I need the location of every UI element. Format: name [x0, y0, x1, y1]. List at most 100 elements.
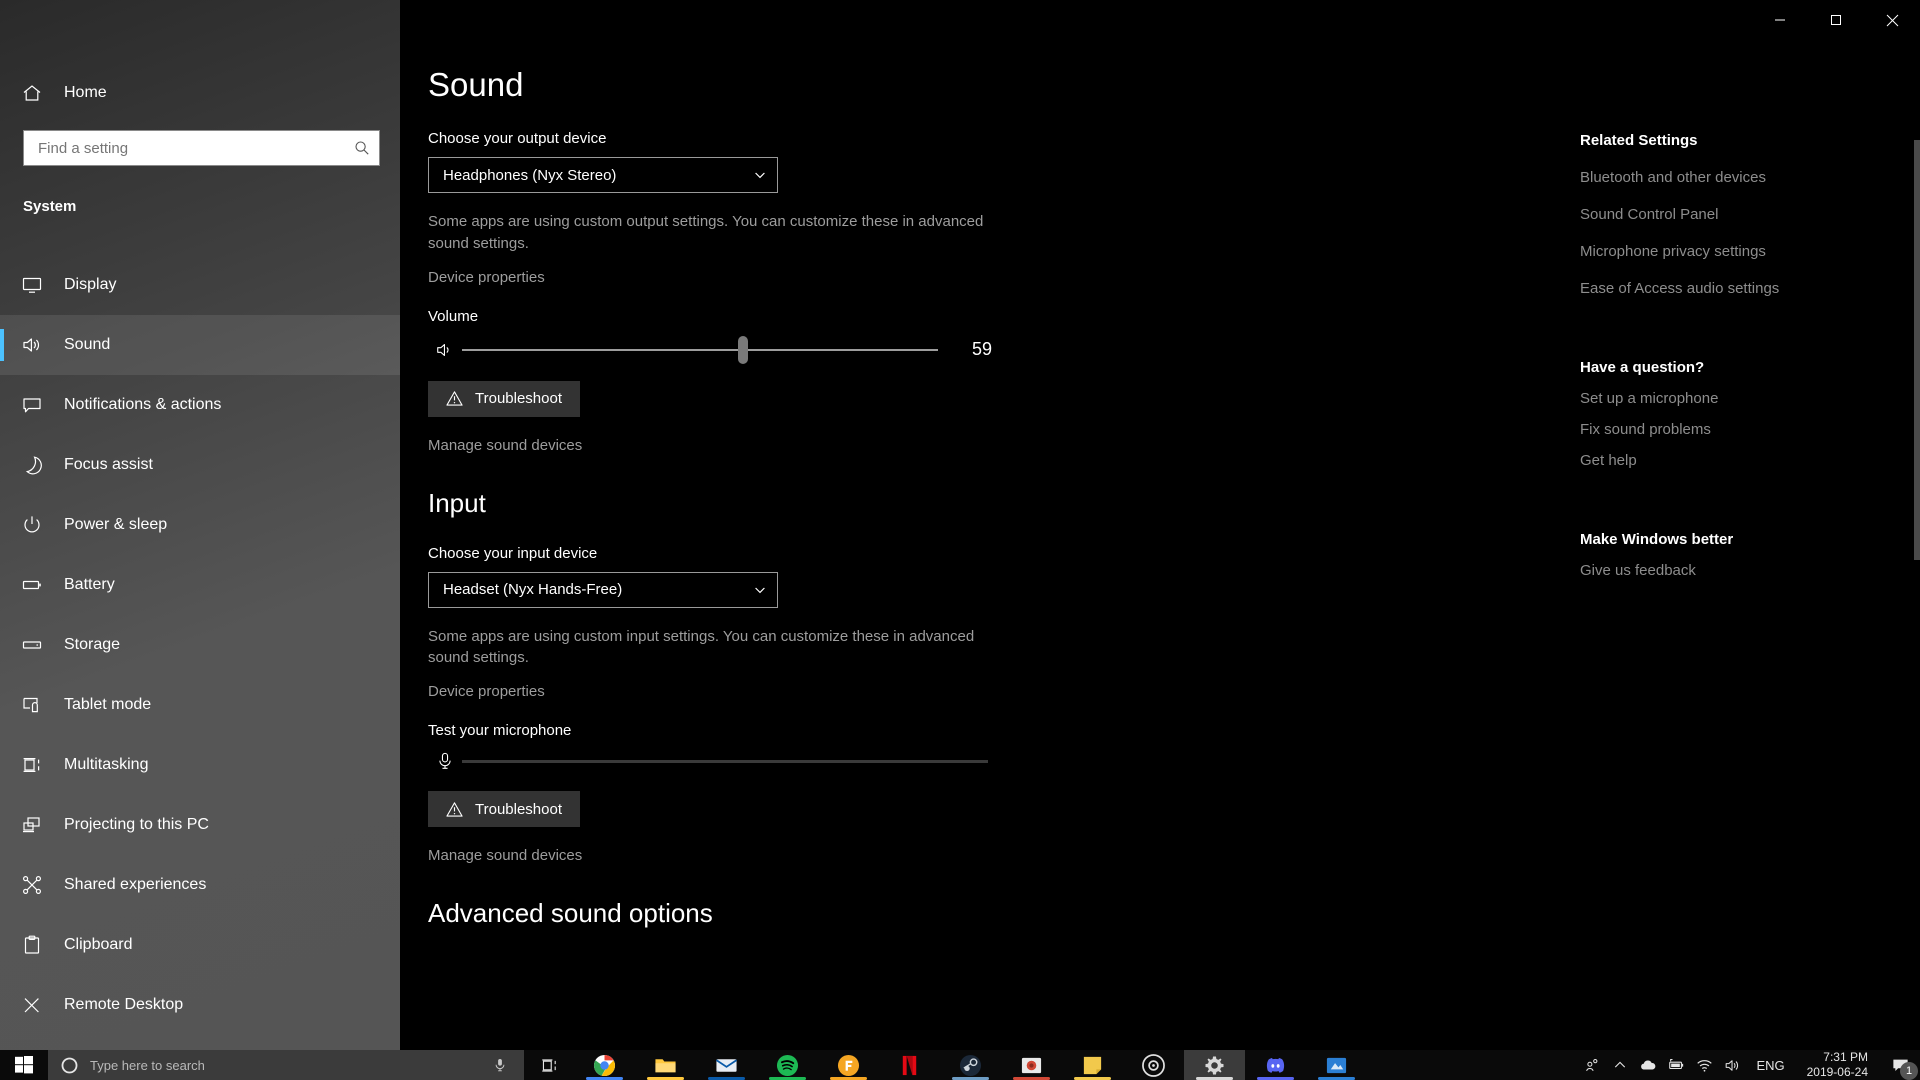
sidebar-item-label: Sound [64, 336, 111, 353]
taskbar-app-photos[interactable] [1001, 1050, 1062, 1080]
scrollbar-thumb[interactable] [1914, 140, 1920, 560]
microsoft-store-icon [1325, 1053, 1349, 1077]
related-link-ease-of-access-audio[interactable]: Ease of Access audio settings [1580, 280, 1920, 297]
volume-icon[interactable] [428, 340, 462, 360]
chevron-down-icon [743, 168, 777, 182]
fl-studio-icon [837, 1053, 861, 1077]
taskbar-microphone-icon[interactable] [476, 1057, 524, 1073]
onedrive-cloud-icon[interactable] [1634, 1050, 1662, 1080]
sidebar-item-notifications[interactable]: Notifications & actions [0, 375, 400, 435]
sidebar-item-focus-assist[interactable]: Focus assist [0, 435, 400, 495]
taskbar-app-groove-music[interactable] [1123, 1050, 1184, 1080]
file-explorer-icon [654, 1053, 678, 1077]
clipboard-icon [0, 934, 64, 956]
people-icon[interactable] [1578, 1050, 1606, 1080]
photos-icon [1020, 1053, 1044, 1077]
taskbar-search-box[interactable]: Type here to search [48, 1050, 524, 1080]
storage-icon [0, 634, 64, 656]
question-link-get-help[interactable]: Get help [1580, 452, 1920, 469]
tablet-icon [0, 694, 64, 716]
sidebar-item-projecting[interactable]: Projecting to this PC [0, 795, 400, 855]
volume-slider[interactable] [462, 335, 938, 364]
volume-icon[interactable] [1718, 1050, 1746, 1080]
input-troubleshoot-button[interactable]: Troubleshoot [428, 791, 580, 827]
sound-settings-content: Sound Choose your output device Headphon… [400, 40, 1520, 1050]
taskbar-app-mail[interactable] [696, 1050, 757, 1080]
close-icon [1886, 14, 1898, 26]
mail-icon [715, 1053, 739, 1077]
wifi-icon[interactable] [1690, 1050, 1718, 1080]
sidebar-item-storage[interactable]: Storage [0, 615, 400, 675]
taskbar-app-discord[interactable] [1245, 1050, 1306, 1080]
question-link-set-up-microphone[interactable]: Set up a microphone [1580, 390, 1920, 407]
sidebar-item-label: Shared experiences [64, 876, 207, 893]
groove-music-icon [1142, 1053, 1166, 1077]
sidebar-item-power-sleep[interactable]: Power & sleep [0, 495, 400, 555]
window-controls [1752, 0, 1920, 40]
speaker-icon [0, 334, 64, 356]
sidebar-item-home[interactable]: Home [0, 72, 400, 114]
sidebar-item-shared-experiences[interactable]: Shared experiences [0, 855, 400, 915]
taskbar-app-chrome[interactable] [574, 1050, 635, 1080]
task-view-button[interactable] [524, 1050, 574, 1080]
input-device-dropdown[interactable]: Headset (Nyx Hands-Free) [428, 571, 778, 608]
chrome-icon [593, 1053, 617, 1077]
output-manage-sound-devices-link[interactable]: Manage sound devices [428, 437, 1520, 454]
sidebar-item-multitasking[interactable]: Multitasking [0, 735, 400, 795]
action-center-button[interactable]: 1 [1880, 1050, 1920, 1080]
cortana-circle-icon[interactable] [48, 1056, 90, 1075]
input-manage-sound-devices-link[interactable]: Manage sound devices [428, 847, 1520, 864]
related-link-microphone-privacy[interactable]: Microphone privacy settings [1580, 243, 1920, 260]
output-troubleshoot-button[interactable]: Troubleshoot [428, 380, 580, 417]
close-button[interactable] [1864, 0, 1920, 40]
related-link-bluetooth[interactable]: Bluetooth and other devices [1580, 169, 1920, 186]
advanced-sound-options-title: Advanced sound options [428, 898, 713, 928]
taskbar-app-spotify[interactable] [757, 1050, 818, 1080]
taskbar-app-fl-studio[interactable] [818, 1050, 879, 1080]
language-indicator[interactable]: ENG [1746, 1058, 1794, 1073]
question-link-fix-sound-problems[interactable]: Fix sound problems [1580, 421, 1920, 438]
volume-slider-row: 59 [428, 335, 1008, 364]
sidebar-item-label: Multitasking [64, 756, 149, 773]
taskbar-app-steam[interactable] [940, 1050, 1001, 1080]
sidebar-item-label: Storage [64, 636, 121, 653]
battery-charging-icon[interactable] [1662, 1050, 1690, 1080]
settings-gear-icon [1203, 1053, 1227, 1077]
input-device-properties-link[interactable]: Device properties [428, 683, 1520, 700]
sidebar-item-clipboard[interactable]: Clipboard [0, 915, 400, 975]
home-icon [0, 82, 64, 104]
settings-search-box[interactable] [23, 130, 380, 166]
volume-slider-thumb[interactable] [737, 335, 748, 364]
start-button[interactable] [0, 1050, 48, 1080]
taskbar-app-file-explorer[interactable] [635, 1050, 696, 1080]
sidebar-item-battery[interactable]: Battery [0, 555, 400, 615]
minimize-button[interactable] [1752, 0, 1808, 40]
volume-value: 59 [972, 339, 993, 359]
search-input[interactable] [24, 139, 345, 157]
shared-experiences-icon [0, 874, 64, 896]
sidebar-item-sound[interactable]: Sound [0, 315, 400, 375]
sidebar-item-label: Tablet mode [64, 696, 152, 713]
feedback-link[interactable]: Give us feedback [1580, 562, 1920, 579]
projecting-icon [0, 814, 64, 836]
taskbar-app-sticky-notes[interactable] [1062, 1050, 1123, 1080]
related-link-sound-control-panel[interactable]: Sound Control Panel [1580, 206, 1920, 223]
output-device-value: Headphones (Nyx Stereo) [443, 166, 617, 184]
chevron-down-icon [743, 583, 777, 597]
search-icon [345, 140, 379, 156]
taskbar-app-list [574, 1050, 1367, 1080]
output-device-dropdown[interactable]: Headphones (Nyx Stereo) [428, 157, 778, 193]
taskbar-app-netflix[interactable] [879, 1050, 940, 1080]
content-scrollbar[interactable] [1914, 40, 1920, 1050]
clock[interactable]: 7:31 PM 2019-06-24 [1795, 1050, 1880, 1080]
input-device-label: Choose your input device [428, 544, 598, 562]
taskbar-app-settings[interactable] [1184, 1050, 1245, 1080]
battery-icon [0, 574, 64, 596]
show-hidden-icons-chevron[interactable] [1606, 1050, 1634, 1080]
sidebar-item-display[interactable]: Display [0, 255, 400, 315]
maximize-button[interactable] [1808, 0, 1864, 40]
sidebar-item-remote-desktop[interactable]: Remote Desktop [0, 975, 400, 1035]
output-device-properties-link[interactable]: Device properties [428, 269, 1520, 286]
sidebar-item-tablet-mode[interactable]: Tablet mode [0, 675, 400, 735]
taskbar-app-microsoft-store[interactable] [1306, 1050, 1367, 1080]
